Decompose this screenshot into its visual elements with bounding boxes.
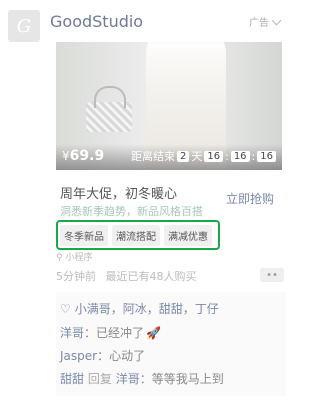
- mini-program-label[interactable]: ⚲ 小程序: [56, 250, 92, 263]
- countdown-seconds: 16: [257, 150, 276, 162]
- likes-row: ♡ 小满哥，阿冰，甜甜，丁仔: [60, 300, 219, 317]
- price-value: 69.9: [69, 148, 105, 164]
- more-dots-icon: ••: [266, 269, 278, 281]
- comment-text: 已经冲了: [96, 326, 145, 340]
- promo-title: 周年大促，初冬暖心: [60, 187, 178, 202]
- comments-section: ♡ 小满哥，阿冰，甜甜，丁仔 洋哥：已经冲了 🚀 Jasper：心动了 甜甜 回复…: [56, 292, 286, 396]
- comment-text: 心动了: [109, 349, 146, 363]
- post-meta: 5分钟前 最近已有48人购买: [56, 268, 197, 284]
- countdown-day-unit: 天: [191, 150, 203, 163]
- currency-symbol: ¥: [62, 149, 70, 163]
- recent-buyers: 最近已有48人购买: [105, 270, 197, 283]
- countdown: 距离结束 2 天 16 : 16 : 16: [131, 148, 276, 164]
- countdown-days: 2: [176, 150, 190, 162]
- likes-names[interactable]: 小满哥，阿冰，甜甜，丁仔: [75, 300, 219, 317]
- mini-program-text: 小程序: [65, 253, 93, 263]
- handbag-graphic: [86, 86, 132, 132]
- comment-author[interactable]: 甜甜: [60, 372, 84, 386]
- comment-colon: ：: [97, 349, 110, 363]
- tag-discount[interactable]: 满减优惠: [164, 224, 212, 246]
- heart-icon: ♡: [60, 301, 71, 316]
- comment-colon: ：: [139, 372, 152, 386]
- comment-author[interactable]: 洋哥: [60, 326, 84, 340]
- rocket-icon: 🚀: [146, 326, 161, 340]
- comment-item[interactable]: 甜甜 回复 洋哥：等等我马上到: [60, 370, 224, 387]
- countdown-label: 距离结束: [130, 150, 175, 163]
- tags-group: 冬季新品 潮流搭配 满减优惠: [56, 220, 220, 250]
- comment-colon: ：: [84, 326, 97, 340]
- comment-item[interactable]: 洋哥：已经冲了 🚀: [60, 324, 161, 341]
- ad-label[interactable]: 广告: [249, 14, 282, 29]
- countdown-sep1: :: [225, 149, 229, 163]
- avatar-letter: G: [16, 15, 32, 37]
- promo-subtitle: 洞悉新季趋势，新品风格百搭: [60, 205, 203, 218]
- countdown-minutes: 16: [230, 150, 250, 162]
- post-time: 5分钟前: [56, 270, 96, 283]
- mini-program-icon: ⚲: [56, 253, 63, 263]
- more-actions-button[interactable]: ••: [260, 268, 284, 282]
- price: ¥69.9: [62, 148, 104, 164]
- comment-text: 等等我马上到: [151, 372, 224, 386]
- tag-trend-style[interactable]: 潮流搭配: [112, 224, 160, 246]
- reply-label: 回复: [87, 372, 112, 386]
- tag-winter-new[interactable]: 冬季新品: [60, 224, 108, 246]
- comment-item[interactable]: Jasper：心动了: [60, 347, 145, 364]
- brand-name[interactable]: GoodStudio: [50, 12, 143, 31]
- buy-now-button[interactable]: 立即抢购: [226, 190, 274, 207]
- reply-target[interactable]: 洋哥: [116, 372, 140, 386]
- countdown-hours: 16: [204, 150, 224, 162]
- chevron-down-icon: [271, 15, 282, 25]
- comment-author[interactable]: Jasper: [60, 349, 97, 363]
- avatar[interactable]: G: [8, 10, 40, 42]
- ad-text: 广告: [249, 18, 269, 29]
- countdown-sep2: :: [251, 149, 256, 163]
- promo-image-card[interactable]: ¥69.9 距离结束 2 天 16 : 16 : 16: [56, 42, 282, 170]
